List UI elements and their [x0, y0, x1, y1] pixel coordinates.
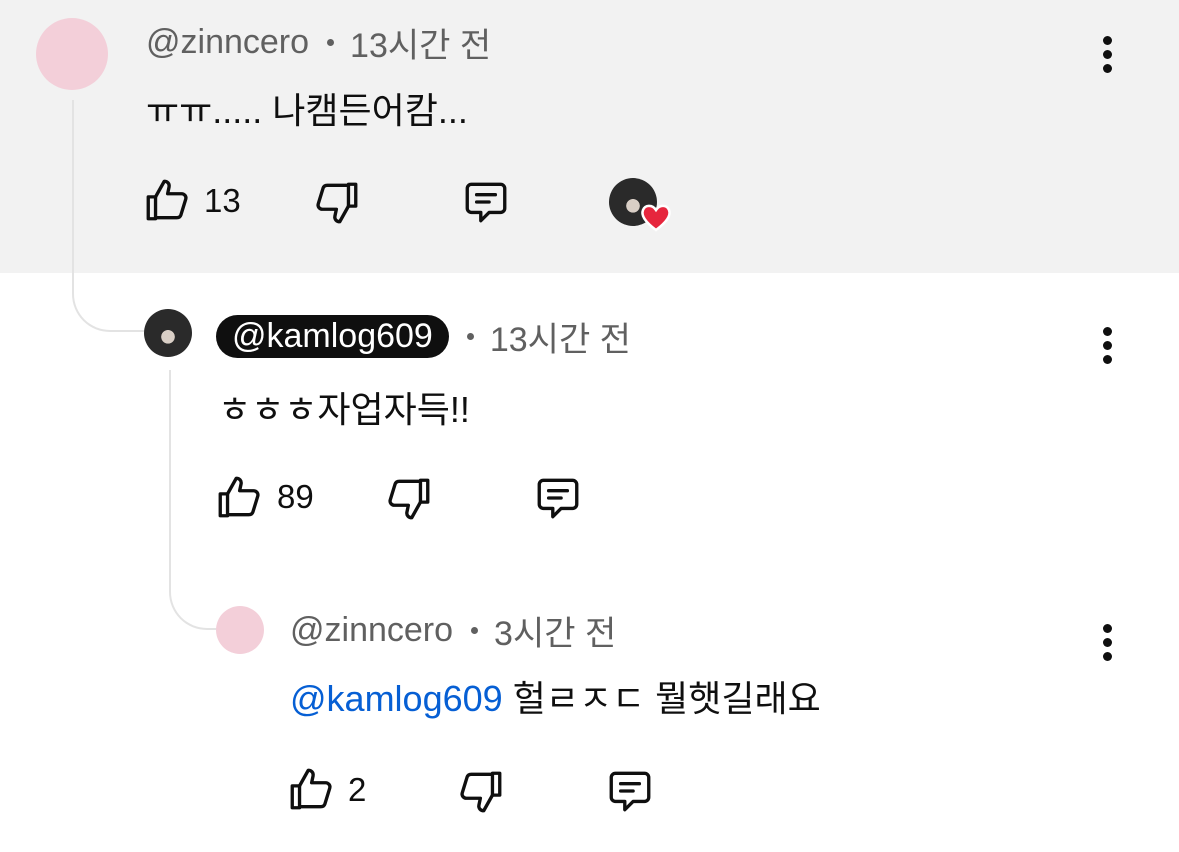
reply-icon[interactable]: [604, 766, 656, 816]
avatar[interactable]: [216, 606, 264, 654]
more-options-icon[interactable]: [1100, 36, 1114, 78]
author-name[interactable]: @zinncero: [290, 611, 453, 650]
author-name[interactable]: @zinncero: [146, 23, 309, 62]
reply-icon[interactable]: [460, 177, 512, 227]
comment-meta: @kamlog609 13시간 전: [216, 311, 631, 361]
thread-connector: [169, 370, 217, 630]
reply-icon[interactable]: [532, 473, 584, 523]
creator-author-badge[interactable]: @kamlog609: [216, 314, 449, 358]
thread-connector: [72, 100, 148, 332]
timestamp[interactable]: 13시간 전: [350, 18, 491, 67]
separator-dot: [471, 626, 479, 634]
comment-meta: @zinncero 3시간 전: [290, 610, 616, 653]
comment-text: ㅎㅎㅎ자업자득!!: [218, 389, 470, 430]
separator-dot: [466, 332, 474, 340]
more-options-icon[interactable]: [1100, 624, 1114, 666]
like-count: 2: [348, 771, 367, 808]
dislike-icon[interactable]: [384, 474, 434, 524]
avatar[interactable]: [144, 309, 192, 357]
dislike-icon[interactable]: [456, 767, 506, 817]
comment-text: @kamlog609 헐ㄹㅈㄷ 뭘햇길래요: [290, 670, 821, 722]
like-count: 89: [277, 478, 314, 515]
timestamp[interactable]: 13시간 전: [490, 312, 631, 361]
like-icon[interactable]: [214, 472, 264, 522]
comment-text: ㅠㅠ..... 나캠든어캄...: [146, 90, 468, 131]
like-count: 13: [204, 182, 241, 219]
like-icon[interactable]: [142, 175, 192, 225]
dislike-icon[interactable]: [312, 178, 362, 228]
heart-icon: [640, 202, 672, 232]
timestamp[interactable]: 3시간 전: [494, 606, 616, 655]
mention-link[interactable]: @kamlog609: [290, 678, 503, 719]
like-icon[interactable]: [286, 764, 336, 814]
separator-dot: [327, 38, 335, 46]
comment-meta: @zinncero 13시간 전: [146, 22, 491, 65]
comment-body: 헐ㄹㅈㄷ 뭘햇길래요: [512, 678, 821, 719]
more-options-icon[interactable]: [1100, 327, 1114, 369]
avatar[interactable]: [36, 18, 108, 90]
